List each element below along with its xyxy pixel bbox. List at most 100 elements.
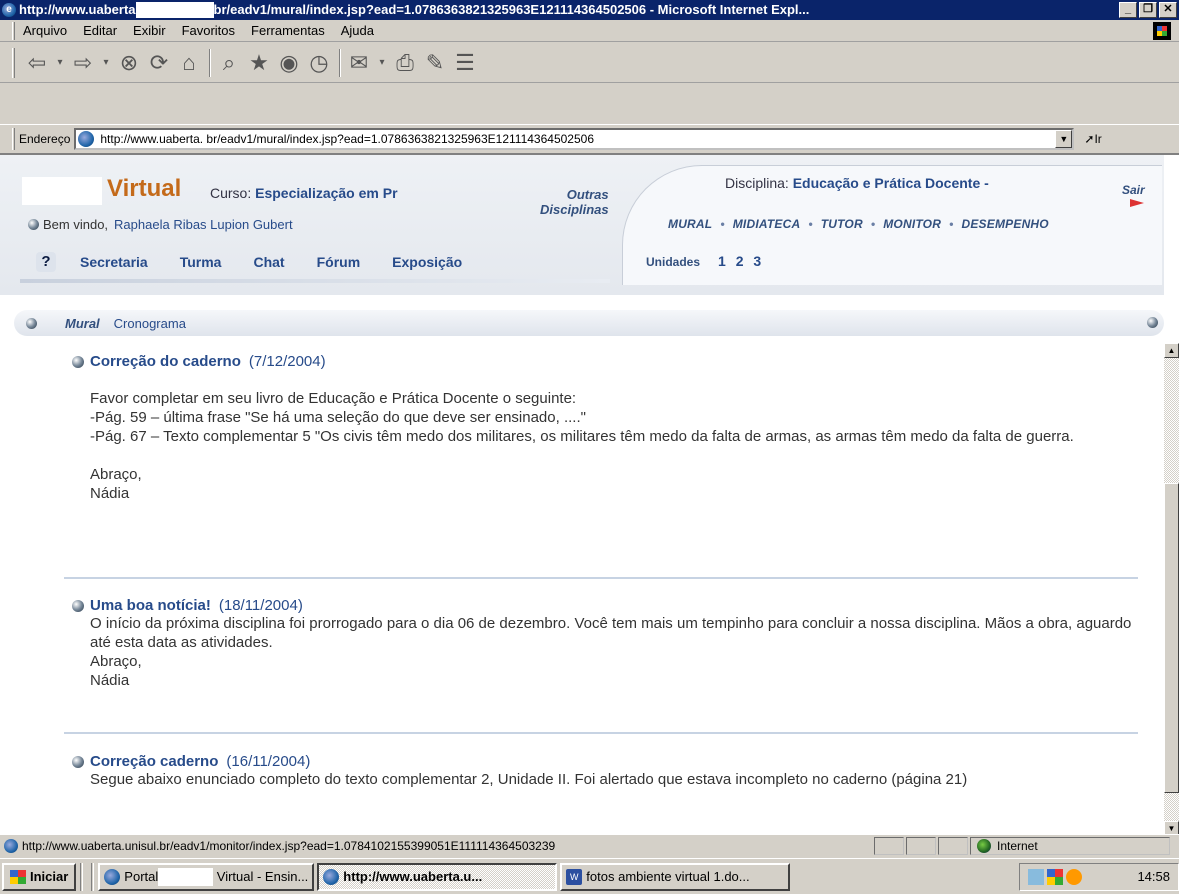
favorites-icon[interactable]: ★: [245, 49, 273, 77]
nav-chat[interactable]: Chat: [253, 254, 284, 270]
nav-desempenho[interactable]: DESEMPENHO: [961, 217, 1048, 231]
address-value[interactable]: http://www.uaberta. br/eadv1/mural/index…: [100, 132, 594, 146]
tab-cronograma[interactable]: Cronograma: [114, 316, 186, 331]
help-button[interactable]: ?: [36, 252, 56, 272]
scroll-down-icon[interactable]: ▼: [1164, 821, 1179, 834]
discipline-name: Educação e Prática Docente -: [792, 175, 989, 191]
nav-forum[interactable]: Fórum: [317, 254, 361, 270]
course-info: Curso: Especialização em Pr: [210, 185, 398, 201]
course-nav: ? Secretaria Turma Chat Fórum Exposição: [36, 252, 494, 272]
nav-midiateca[interactable]: MIDIATECA: [733, 217, 801, 231]
media-icon[interactable]: ◉: [275, 49, 303, 77]
maximize-button[interactable]: ❐: [1139, 2, 1157, 18]
back-dropdown-icon[interactable]: ▾: [53, 49, 67, 77]
nav-turma[interactable]: Turma: [180, 254, 222, 270]
tray-messenger-icon[interactable]: [1066, 868, 1082, 885]
menubar-grip: [12, 21, 15, 40]
nav-exposicao[interactable]: Exposição: [392, 254, 462, 270]
post-body: Segue abaixo enunciado completo do texto…: [90, 771, 968, 788]
menu-ferramentas[interactable]: Ferramentas: [251, 23, 325, 38]
start-button[interactable]: Iniciar: [2, 862, 77, 891]
post-body: O início da próxima disciplina foi prorr…: [90, 615, 1132, 689]
user-name[interactable]: Raphaela Ribas Lupion Gubert: [114, 217, 293, 232]
nav-tutor[interactable]: TUTOR: [821, 217, 863, 231]
unidades-links[interactable]: 1 2 3: [718, 253, 764, 269]
history-icon[interactable]: ◷: [305, 49, 333, 77]
tray-app-icon[interactable]: [1047, 868, 1063, 885]
post-title[interactable]: Uma boa notícia!: [90, 597, 211, 614]
nav-monitor[interactable]: MONITOR: [883, 217, 941, 231]
back-icon[interactable]: ⇦: [23, 49, 51, 77]
windows-flag-icon: [10, 869, 26, 884]
post-title[interactable]: Correção do caderno: [90, 353, 241, 370]
home-icon[interactable]: ⌂: [175, 49, 203, 77]
taskbar-item-uaberta[interactable]: http://www.uaberta.u...: [317, 862, 558, 891]
site-header: Virtual Curso: Especialização em Pr Bem …: [0, 155, 1164, 295]
taskbar-separator: [91, 862, 95, 891]
menu-arquivo[interactable]: Arquivo: [23, 23, 67, 38]
mural-post: Correção caderno (16/11/2004) Segue abai…: [72, 753, 1142, 789]
menu-bar: Arquivo Editar Exibir Favoritos Ferramen…: [0, 20, 1179, 42]
welcome: Bem vindo, Raphaela Ribas Lupion Gubert: [28, 217, 293, 232]
title-bar: e http://www.uaberta br/eadv1/mural/index…: [0, 0, 1179, 20]
sub-nav: Mural Cronograma: [14, 310, 1164, 336]
taskbar-item-portal[interactable]: Portal Virtual - Ensin...: [98, 862, 315, 891]
bullet-icon: [26, 317, 37, 329]
clock: 14:58: [1137, 869, 1170, 884]
tray-network-icon[interactable]: [1028, 868, 1044, 885]
bullet-icon: [28, 219, 39, 230]
ie-icon: [323, 868, 340, 885]
status-cell: [938, 836, 968, 855]
tab-mural[interactable]: Mural: [65, 316, 100, 331]
menu-editar[interactable]: Editar: [83, 23, 117, 38]
taskbar-item-word-doc[interactable]: Wfotos ambiente virtual 1.do...: [560, 862, 791, 891]
close-button[interactable]: ✕: [1159, 2, 1177, 18]
post-date: (7/12/2004): [248, 353, 326, 370]
post-date: (18/11/2004): [218, 597, 303, 614]
post-date: (16/11/2004): [226, 753, 311, 770]
scroll-up-icon[interactable]: ▲: [1164, 343, 1179, 358]
bullet-icon: [72, 755, 84, 768]
refresh-icon[interactable]: ⟳: [145, 49, 173, 77]
address-dropdown-icon[interactable]: ▼: [1055, 129, 1073, 148]
discipline-info: Disciplina: Educação e Prática Docente -: [725, 175, 989, 191]
print-icon[interactable]: ⎙: [391, 49, 419, 77]
mail-dropdown-icon[interactable]: ▾: [375, 49, 389, 77]
search-icon[interactable]: ⌕: [215, 49, 243, 77]
course-name: Especialização em Pr: [255, 185, 398, 201]
post-title[interactable]: Correção caderno: [90, 753, 218, 770]
sair-button[interactable]: Sair: [1122, 183, 1145, 197]
outras-disciplinas-link[interactable]: Outras Disciplinas: [540, 187, 609, 217]
nav-mural[interactable]: MURAL: [668, 217, 712, 231]
post-divider: [64, 577, 1138, 579]
stop-icon[interactable]: ⊗: [115, 49, 143, 77]
bullet-icon: [1147, 317, 1158, 328]
ie-icon: [104, 868, 121, 885]
page-viewport: Virtual Curso: Especialização em Pr Bem …: [0, 153, 1179, 834]
edit-icon[interactable]: ✎: [421, 49, 449, 77]
go-button[interactable]: ➚Ir: [1084, 132, 1101, 146]
scroll-thumb[interactable]: [1164, 483, 1179, 793]
address-field[interactable]: http://www.uaberta. br/eadv1/mural/index…: [74, 127, 1075, 150]
forward-icon[interactable]: ⇨: [69, 49, 97, 77]
unidades-nav: Unidades 1 2 3: [646, 253, 765, 269]
mural-post: Uma boa notícia! (18/11/2004) O início d…: [72, 597, 1142, 690]
post-header: Uma boa notícia! (18/11/2004): [72, 597, 1142, 614]
toolbar-separator: [209, 48, 211, 77]
menu-exibir[interactable]: Exibir: [133, 23, 166, 38]
forward-dropdown-icon[interactable]: ▾: [99, 49, 113, 77]
mail-icon[interactable]: ✉: [345, 49, 373, 77]
taskbar-separator: [80, 862, 84, 891]
post-body: Favor completar em seu livro de Educação…: [90, 390, 1074, 502]
bullet-icon: [72, 355, 84, 368]
menu-ajuda[interactable]: Ajuda: [341, 23, 374, 38]
nav-secretaria[interactable]: Secretaria: [80, 254, 148, 270]
status-url: http://www.uaberta.unisul.br/eadv1/monit…: [22, 838, 556, 853]
vertical-scrollbar[interactable]: ▲ ▼: [1164, 343, 1179, 834]
discuss-icon[interactable]: ☰: [451, 49, 479, 77]
post-divider: [64, 732, 1138, 734]
security-zone: Internet: [970, 836, 1170, 855]
menu-favoritos[interactable]: Favoritos: [182, 23, 235, 38]
minimize-button[interactable]: _: [1119, 2, 1137, 18]
mural-post: Correção do caderno (7/12/2004) Favor co…: [72, 353, 1142, 503]
